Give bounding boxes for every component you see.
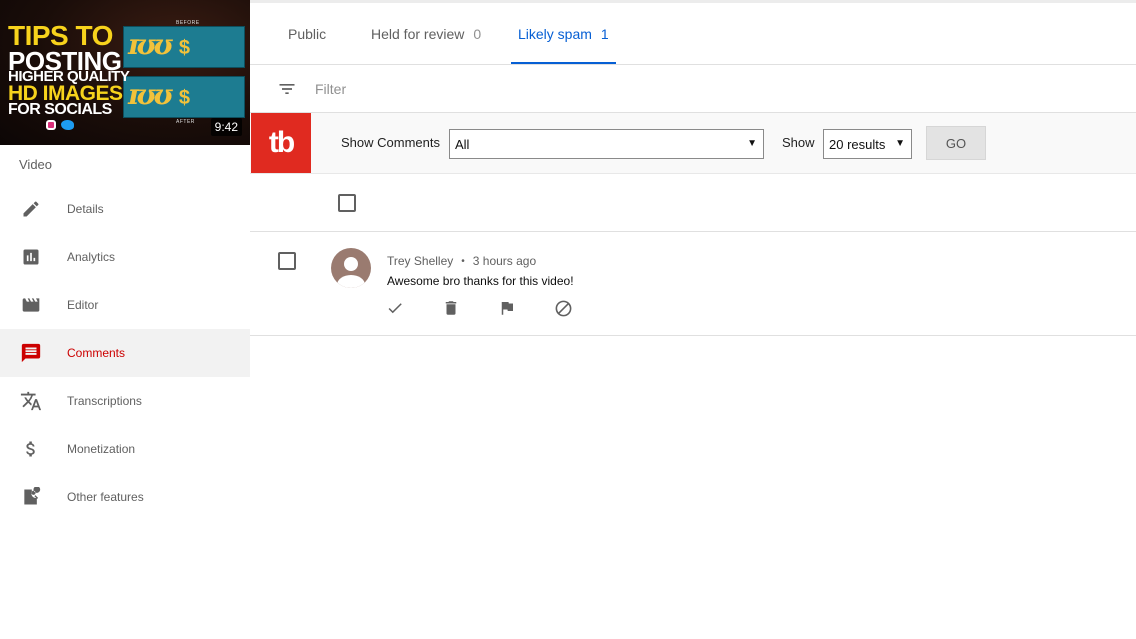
- sidebar-section-label: Video: [19, 157, 53, 172]
- tab-label: Likely spam: [518, 25, 592, 42]
- comment-tabs: Public Held for review 0 Likely spam 1: [250, 3, 1136, 65]
- tab-public[interactable]: Public: [288, 3, 326, 64]
- sidebar-item-label: Transcriptions: [67, 394, 142, 408]
- show-comments-label: Show Comments: [341, 135, 440, 150]
- filter-input[interactable]: [315, 80, 915, 97]
- select-value: All: [455, 136, 470, 152]
- comment-row: Trey Shelley • 3 hours ago Awesome bro t…: [250, 232, 1136, 336]
- sidebar-item-other-features[interactable]: Other features: [0, 473, 250, 521]
- select-all-row: [250, 174, 1136, 232]
- filter-icon[interactable]: [276, 78, 298, 100]
- twitter-icon: [61, 120, 74, 130]
- video-duration: 9:42: [210, 118, 242, 136]
- sidebar-item-editor[interactable]: Editor: [0, 281, 250, 329]
- thumbnail-title-line-5: FOR SOCIALS: [8, 101, 112, 118]
- select-value: 20 results: [829, 136, 886, 152]
- tubebuddy-toolbar: tb Show Comments All ▼ Show 20 results ▼…: [250, 113, 1136, 174]
- comment-meta: Trey Shelley • 3 hours ago: [387, 254, 536, 268]
- hide-user-block-icon[interactable]: [553, 298, 573, 318]
- before-image-panel: ɪʊʊ $: [123, 26, 245, 68]
- social-icons: [46, 120, 74, 130]
- sidebar: BEFORE ɪʊʊ $ ɪʊʊ $ AFTER TIPS TO POSTING H…: [0, 0, 250, 639]
- instagram-icon: [46, 120, 56, 130]
- tab-label: Public: [288, 25, 327, 42]
- tab-likely-spam[interactable]: Likely spam 1: [511, 3, 616, 64]
- sidebar-item-details[interactable]: Details: [0, 185, 250, 233]
- tubebuddy-logo[interactable]: tb: [251, 113, 311, 173]
- show-comments-select[interactable]: All ▼: [449, 129, 764, 159]
- bar-chart-icon: [19, 245, 43, 269]
- sidebar-item-label: Editor: [67, 298, 99, 312]
- comment-time[interactable]: 3 hours ago: [473, 254, 536, 268]
- comment-checkbox[interactable]: [278, 252, 296, 270]
- sidebar-item-monetization[interactable]: Monetization: [0, 425, 250, 473]
- pencil-icon: [19, 197, 43, 221]
- sidebar-item-label: Monetization: [67, 442, 136, 456]
- dollar-icon: [19, 437, 43, 461]
- tab-count: 0: [473, 25, 482, 42]
- meta-separator: •: [461, 255, 465, 267]
- other-features-icon: [19, 485, 43, 509]
- comment-icon: [19, 341, 43, 365]
- show-results-label: Show: [782, 135, 815, 150]
- sidebar-nav: Details Analytics Editor Comments Transc…: [0, 185, 250, 521]
- active-tab-underline: [511, 62, 616, 64]
- tab-held-for-review[interactable]: Held for review 0: [371, 3, 481, 64]
- select-all-checkbox[interactable]: [338, 194, 356, 212]
- video-thumbnail[interactable]: BEFORE ɪʊʊ $ ɪʊʊ $ AFTER TIPS TO POSTING H…: [0, 0, 250, 145]
- sidebar-item-label: Analytics: [67, 250, 116, 264]
- after-image-panel: ɪʊʊ $: [123, 76, 245, 118]
- results-per-page-select[interactable]: 20 results ▼: [823, 129, 912, 159]
- clapperboard-icon: [19, 293, 43, 317]
- go-button[interactable]: GO: [926, 126, 986, 160]
- sidebar-item-transcriptions[interactable]: Transcriptions: [0, 377, 250, 425]
- approve-check-icon[interactable]: [385, 298, 405, 318]
- comment-author[interactable]: Trey Shelley: [387, 254, 453, 268]
- sidebar-item-analytics[interactable]: Analytics: [0, 233, 250, 281]
- tab-count: 1: [600, 25, 609, 42]
- sidebar-item-comments[interactable]: Comments: [0, 329, 250, 377]
- dropdown-arrow-icon: ▼: [895, 138, 905, 149]
- sidebar-item-label: Other features: [67, 490, 144, 504]
- filter-bar: [250, 65, 1136, 113]
- tab-label: Held for review: [371, 25, 465, 42]
- after-label: AFTER: [176, 119, 195, 125]
- sidebar-item-label: Comments: [67, 346, 126, 360]
- translate-icon: [19, 389, 43, 413]
- report-flag-icon[interactable]: [497, 298, 517, 318]
- sidebar-item-label: Details: [67, 202, 104, 216]
- comment-actions: [385, 298, 609, 318]
- delete-trash-icon[interactable]: [441, 298, 461, 318]
- comment-text: Awesome bro thanks for this video!: [387, 274, 574, 288]
- avatar[interactable]: [331, 248, 371, 288]
- dropdown-arrow-icon: ▼: [747, 138, 757, 149]
